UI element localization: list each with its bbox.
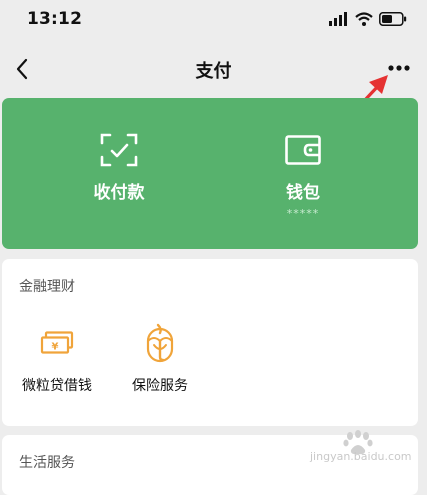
wallet-button[interactable]: 钱包 ***** (233, 132, 373, 220)
wallet-label: 钱包 (286, 183, 320, 203)
wifi-icon (355, 12, 373, 26)
more-dots-icon (388, 65, 410, 71)
receive-pay-label: 收付款 (93, 183, 145, 203)
cash-icon: ¥ (40, 331, 74, 354)
status-time: 13:12 (27, 9, 83, 29)
weilidai-loan-label: 微粒贷借钱 (22, 378, 92, 394)
life-services-title: 生活服务 (19, 455, 75, 471)
svg-text:¥: ¥ (52, 342, 59, 353)
finance-section-title: 金融理财 (19, 279, 75, 295)
finance-section: 金融理财 ¥ 微粒贷借钱 保险服务 (2, 259, 418, 426)
wallet-icon (285, 135, 321, 165)
scan-check-icon (100, 133, 138, 167)
insurance-button[interactable]: 保险服务 (130, 323, 190, 395)
payment-card: 收付款 钱包 ***** (2, 98, 418, 249)
status-bar: 13:12 (0, 0, 427, 42)
weilidai-loan-button[interactable]: ¥ 微粒贷借钱 (19, 323, 95, 395)
signal-icon (329, 12, 347, 26)
status-icons (329, 12, 407, 26)
wallet-balance-masked: ***** (286, 207, 320, 220)
insurance-label: 保险服务 (132, 378, 188, 394)
watermark-text: jingyan.baidu.com (310, 450, 412, 463)
receive-pay-button[interactable]: 收付款 (49, 132, 189, 203)
battery-icon (379, 12, 407, 26)
insurance-icon (146, 323, 174, 363)
